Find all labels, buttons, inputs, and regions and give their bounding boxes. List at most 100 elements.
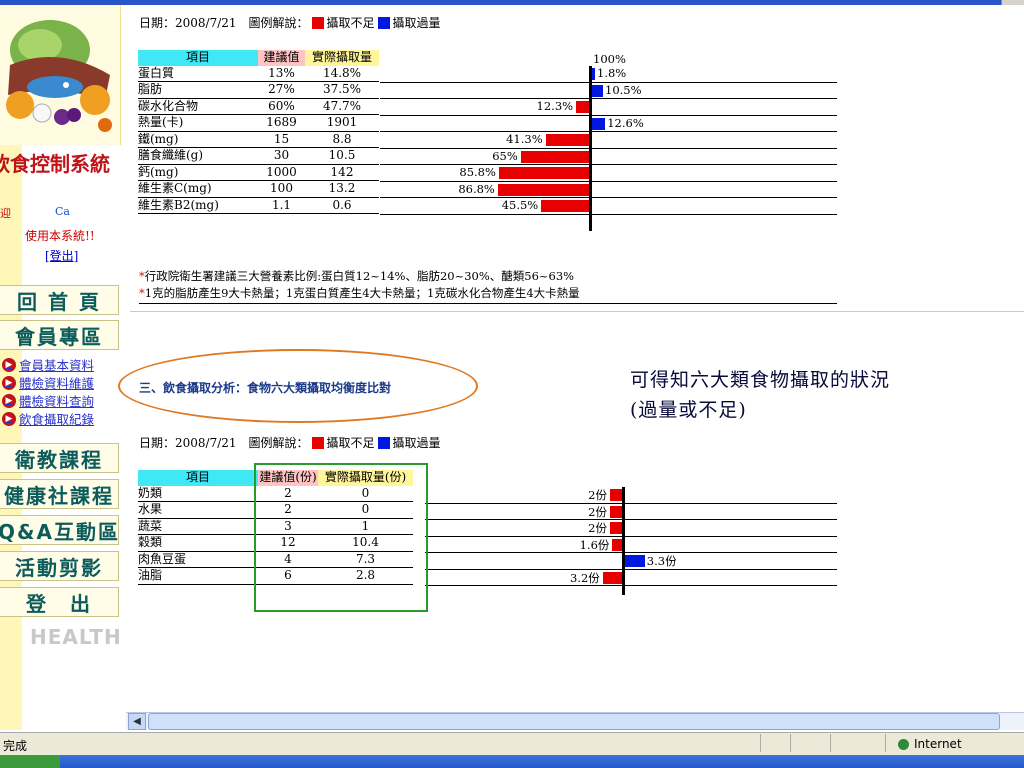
play-icon: ▶ — [2, 393, 16, 408]
logout-link[interactable]: [登出] — [45, 247, 78, 264]
bar-value-label: 3.2份 — [570, 570, 600, 585]
highlight-box — [254, 463, 428, 612]
row-item: 穀類 — [138, 534, 258, 552]
row-recommended: 1.1 — [258, 197, 305, 214]
chart-row-line — [425, 552, 837, 553]
bar-under — [497, 183, 589, 196]
user-message: 使用本系統!! — [25, 229, 95, 243]
row-actual: 8.8 — [305, 131, 379, 148]
chart-row-line — [380, 131, 837, 132]
row-item: 奶類 — [138, 485, 258, 502]
row-recommended: 1000 — [258, 164, 305, 181]
bar-under — [602, 571, 622, 584]
logo — [0, 5, 121, 145]
bar-value-label: 1.8% — [597, 66, 627, 80]
scroll-left-arrow-icon[interactable]: ◀ — [128, 713, 146, 730]
chart-row-line — [380, 197, 837, 198]
legend-under-label: 攝取不足 — [326, 16, 375, 30]
bar-value-label: 12.6% — [607, 115, 644, 130]
row-item: 蛋白質 — [138, 65, 258, 82]
row-item: 油脂 — [138, 567, 258, 585]
sub-item-diet-record[interactable]: ▶ 飲食攝取紀錄 — [2, 409, 94, 428]
play-icon: ▶ — [2, 411, 16, 426]
taskbar — [0, 755, 1024, 768]
nav-home-button[interactable]: 回 首 頁 — [0, 285, 119, 315]
row-item: 碳水化合物 — [138, 98, 258, 115]
bar-value-label: 85.8% — [459, 165, 496, 179]
row-recommended: 100 — [258, 180, 305, 198]
bar-value-label: 65% — [492, 148, 518, 163]
header-item: 項目 — [138, 470, 258, 486]
legend-over-swatch — [377, 17, 390, 29]
start-button[interactable] — [0, 755, 60, 768]
row-actual: 13.2 — [305, 180, 379, 198]
globe-icon — [898, 739, 909, 750]
table-row: 鐵(mg) 15 8.8 — [138, 131, 379, 148]
sub-item-label: 體檢資料查詢 — [19, 394, 95, 409]
bar-value-label: 41.3% — [506, 132, 543, 146]
row-recommended: 30 — [258, 147, 305, 165]
row-item: 蔬菜 — [138, 518, 258, 535]
sub-item-checkup-query[interactable]: ▶ 體檢資料查詢 — [2, 391, 94, 410]
sub-item-member-profile[interactable]: ▶ 會員基本資料 — [2, 355, 94, 374]
chart-row-line — [380, 213, 837, 215]
row-actual: 142 — [305, 164, 379, 181]
status-zone: Internet — [914, 737, 962, 751]
status-separator — [885, 734, 886, 752]
row-item: 肉魚豆蛋 — [138, 551, 258, 568]
table-row: 維生素B2(mg) 1.1 0.6 — [138, 197, 379, 214]
nav-health-club-button[interactable]: 健康社課程 — [0, 479, 119, 509]
table-row: 碳水化合物 60% 47.7% — [138, 98, 379, 115]
note-1: *行政院衛生署建議三大營養素比例:蛋白質12~14%、脂肪20~30%、醣類56… — [139, 269, 575, 283]
section-divider — [130, 311, 1024, 312]
row-actual: 0.6 — [305, 197, 379, 214]
nutrient-table: 項目 建議值 實際攝取量 蛋白質 13% 14.8% 脂肪 27% 37.5% 碳水化合物 6… — [138, 50, 379, 214]
bar-value-label: 12.3% — [536, 99, 574, 113]
legend-over-label: 攝取過量 — [392, 436, 441, 450]
legend-over-swatch — [377, 437, 390, 449]
sub-item-label: 會員基本資料 — [19, 358, 95, 373]
row-item: 膳食纖維(g) — [138, 147, 258, 165]
row-item: 鐵(mg) — [138, 131, 258, 148]
food-legend: 日期：2008/7/21 圖例解說： 攝取不足 攝取過量 — [139, 434, 441, 451]
chart-row-line — [425, 568, 837, 570]
sub-item-checkup-maintain[interactable]: ▶ 體檢資料維護 — [2, 373, 94, 392]
annotation-line-1: 可得知六大類食物攝取的狀況 — [630, 369, 891, 391]
nav-logout-button[interactable]: 登 出 — [0, 587, 119, 617]
note-2-text: 1克的脂肪產生9大卡熱量；1克蛋白質產生4大卡熱量；1克碳水化合物產生4大卡熱量 — [144, 286, 580, 300]
scroll-thumb[interactable] — [148, 713, 1000, 730]
window-control[interactable] — [1001, 0, 1024, 5]
header-actual: 實際攝取量 — [305, 50, 379, 66]
row-recommended: 60% — [258, 98, 305, 115]
play-icon: ▶ — [2, 357, 16, 372]
nav-qa-button[interactable]: Q&A互動區 — [0, 515, 119, 545]
user-name: Ca — [55, 205, 70, 218]
window-top-bar — [0, 0, 1024, 5]
chart-row-line — [425, 585, 837, 586]
row-item: 脂肪 — [138, 81, 258, 99]
date-line: 日期：2008/7/21 圖例解說： — [139, 436, 309, 450]
bar-under — [541, 200, 589, 212]
bar-value-label: 10.5% — [605, 82, 642, 97]
chart-row-line — [380, 98, 837, 99]
chart-row-line — [380, 147, 837, 149]
system-title: 飲食控制系統 — [0, 152, 110, 176]
legend-over-label: 攝取過量 — [392, 16, 441, 30]
nav-member-area-button[interactable]: 會員專區 — [0, 320, 119, 350]
bar-over — [625, 555, 645, 567]
welcome-text: 迎 — [0, 207, 11, 220]
chart-row-line — [380, 180, 837, 182]
header-item: 項目 — [138, 50, 258, 66]
nav-activity-photos-button[interactable]: 活動剪影 — [0, 551, 119, 581]
nav-health-edu-button[interactable]: 衛教課程 — [0, 443, 119, 473]
legend-under-swatch — [311, 437, 324, 449]
bar-under — [610, 505, 622, 518]
annotation-line-2: (過量或不足) — [630, 399, 747, 421]
legend-under-label: 攝取不足 — [326, 436, 375, 450]
row-actual: 1901 — [305, 114, 379, 132]
table-row: 鈣(mg) 1000 142 — [138, 164, 379, 181]
status-separator — [830, 734, 831, 752]
row-item: 熱量(卡) — [138, 114, 258, 132]
chart-row-line — [425, 502, 837, 504]
table-row: 脂肪 27% 37.5% — [138, 81, 379, 99]
